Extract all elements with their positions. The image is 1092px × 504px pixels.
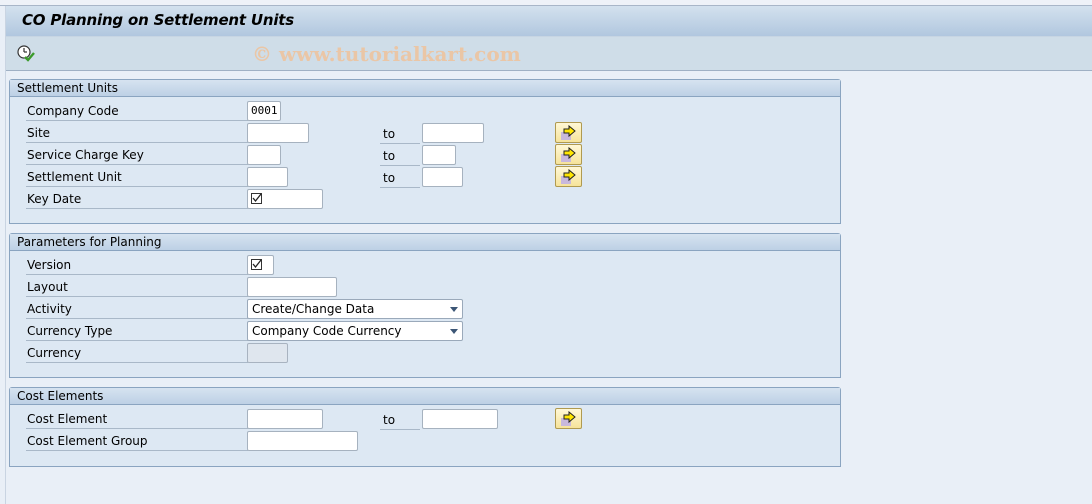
chevron-down-icon[interactable] bbox=[450, 307, 458, 312]
execute-icon bbox=[17, 45, 35, 62]
label-key-date: Key Date bbox=[26, 189, 248, 209]
label-site-to: to bbox=[380, 124, 420, 144]
company-code-input[interactable]: 0001 bbox=[247, 101, 281, 121]
multiple-selection-arrow-icon bbox=[561, 147, 576, 162]
service-charge-key-multiple-selection-button[interactable] bbox=[555, 144, 582, 165]
layout-input[interactable] bbox=[247, 277, 337, 297]
activity-selected-value: Create/Change Data bbox=[252, 302, 375, 316]
key-date-input[interactable] bbox=[247, 189, 323, 209]
settlement-unit-from-input[interactable] bbox=[247, 167, 288, 187]
label-cost-element-group: Cost Element Group bbox=[26, 431, 248, 451]
group-settlement-units: Settlement Units Company Code 0001 Site … bbox=[9, 79, 841, 224]
application-toolbar: © www.tutorialkart.com bbox=[6, 37, 1092, 71]
label-site: Site bbox=[26, 123, 248, 143]
execute-button[interactable] bbox=[16, 44, 36, 64]
label-service-charge-key: Service Charge Key bbox=[26, 145, 248, 165]
label-settlement-unit-to: to bbox=[380, 168, 420, 188]
currency-input bbox=[247, 343, 288, 363]
cost-element-multiple-selection-button[interactable] bbox=[555, 408, 582, 429]
label-activity: Activity bbox=[26, 299, 248, 319]
site-to-input[interactable] bbox=[422, 123, 484, 143]
group-title: Settlement Units bbox=[10, 80, 840, 97]
settlement-unit-multiple-selection-button[interactable] bbox=[555, 166, 582, 187]
settlement-unit-to-input[interactable] bbox=[422, 167, 463, 187]
service-charge-key-to-input[interactable] bbox=[422, 145, 456, 165]
service-charge-key-from-input[interactable] bbox=[247, 145, 281, 165]
multiple-selection-arrow-icon bbox=[561, 125, 576, 140]
label-settlement-unit: Settlement Unit bbox=[26, 167, 248, 187]
required-check-icon bbox=[251, 193, 262, 204]
label-service-charge-key-to: to bbox=[380, 146, 420, 166]
cost-element-from-input[interactable] bbox=[247, 409, 323, 429]
label-cost-element: Cost Element bbox=[26, 409, 248, 429]
cost-element-group-input[interactable] bbox=[247, 431, 358, 451]
label-currency-type: Currency Type bbox=[26, 321, 248, 341]
title-bar: CO Planning on Settlement Units bbox=[6, 6, 1092, 37]
currency-type-selected-value: Company Code Currency bbox=[252, 324, 402, 338]
group-parameters-for-planning: Parameters for Planning Version Layout A… bbox=[9, 233, 841, 378]
multiple-selection-arrow-icon bbox=[561, 169, 576, 184]
label-company-code: Company Code bbox=[26, 101, 248, 121]
label-currency: Currency bbox=[26, 343, 248, 363]
activity-dropdown[interactable]: Create/Change Data bbox=[247, 299, 463, 319]
label-cost-element-to: to bbox=[380, 410, 420, 430]
page-title: CO Planning on Settlement Units bbox=[22, 11, 294, 29]
left-edge bbox=[0, 6, 6, 504]
group-cost-elements: Cost Elements Cost Element to Cost Eleme… bbox=[9, 387, 841, 467]
required-check-icon bbox=[251, 259, 262, 270]
group-title: Cost Elements bbox=[10, 388, 840, 405]
watermark: © www.tutorialkart.com bbox=[252, 42, 521, 66]
site-from-input[interactable] bbox=[247, 123, 309, 143]
group-title: Parameters for Planning bbox=[10, 234, 840, 251]
cost-element-to-input[interactable] bbox=[422, 409, 498, 429]
multiple-selection-arrow-icon bbox=[561, 411, 576, 426]
version-input[interactable] bbox=[247, 255, 274, 275]
label-version: Version bbox=[26, 255, 248, 275]
site-multiple-selection-button[interactable] bbox=[555, 122, 582, 143]
chevron-down-icon[interactable] bbox=[450, 329, 458, 334]
currency-type-dropdown[interactable]: Company Code Currency bbox=[247, 321, 463, 341]
label-layout: Layout bbox=[26, 277, 248, 297]
